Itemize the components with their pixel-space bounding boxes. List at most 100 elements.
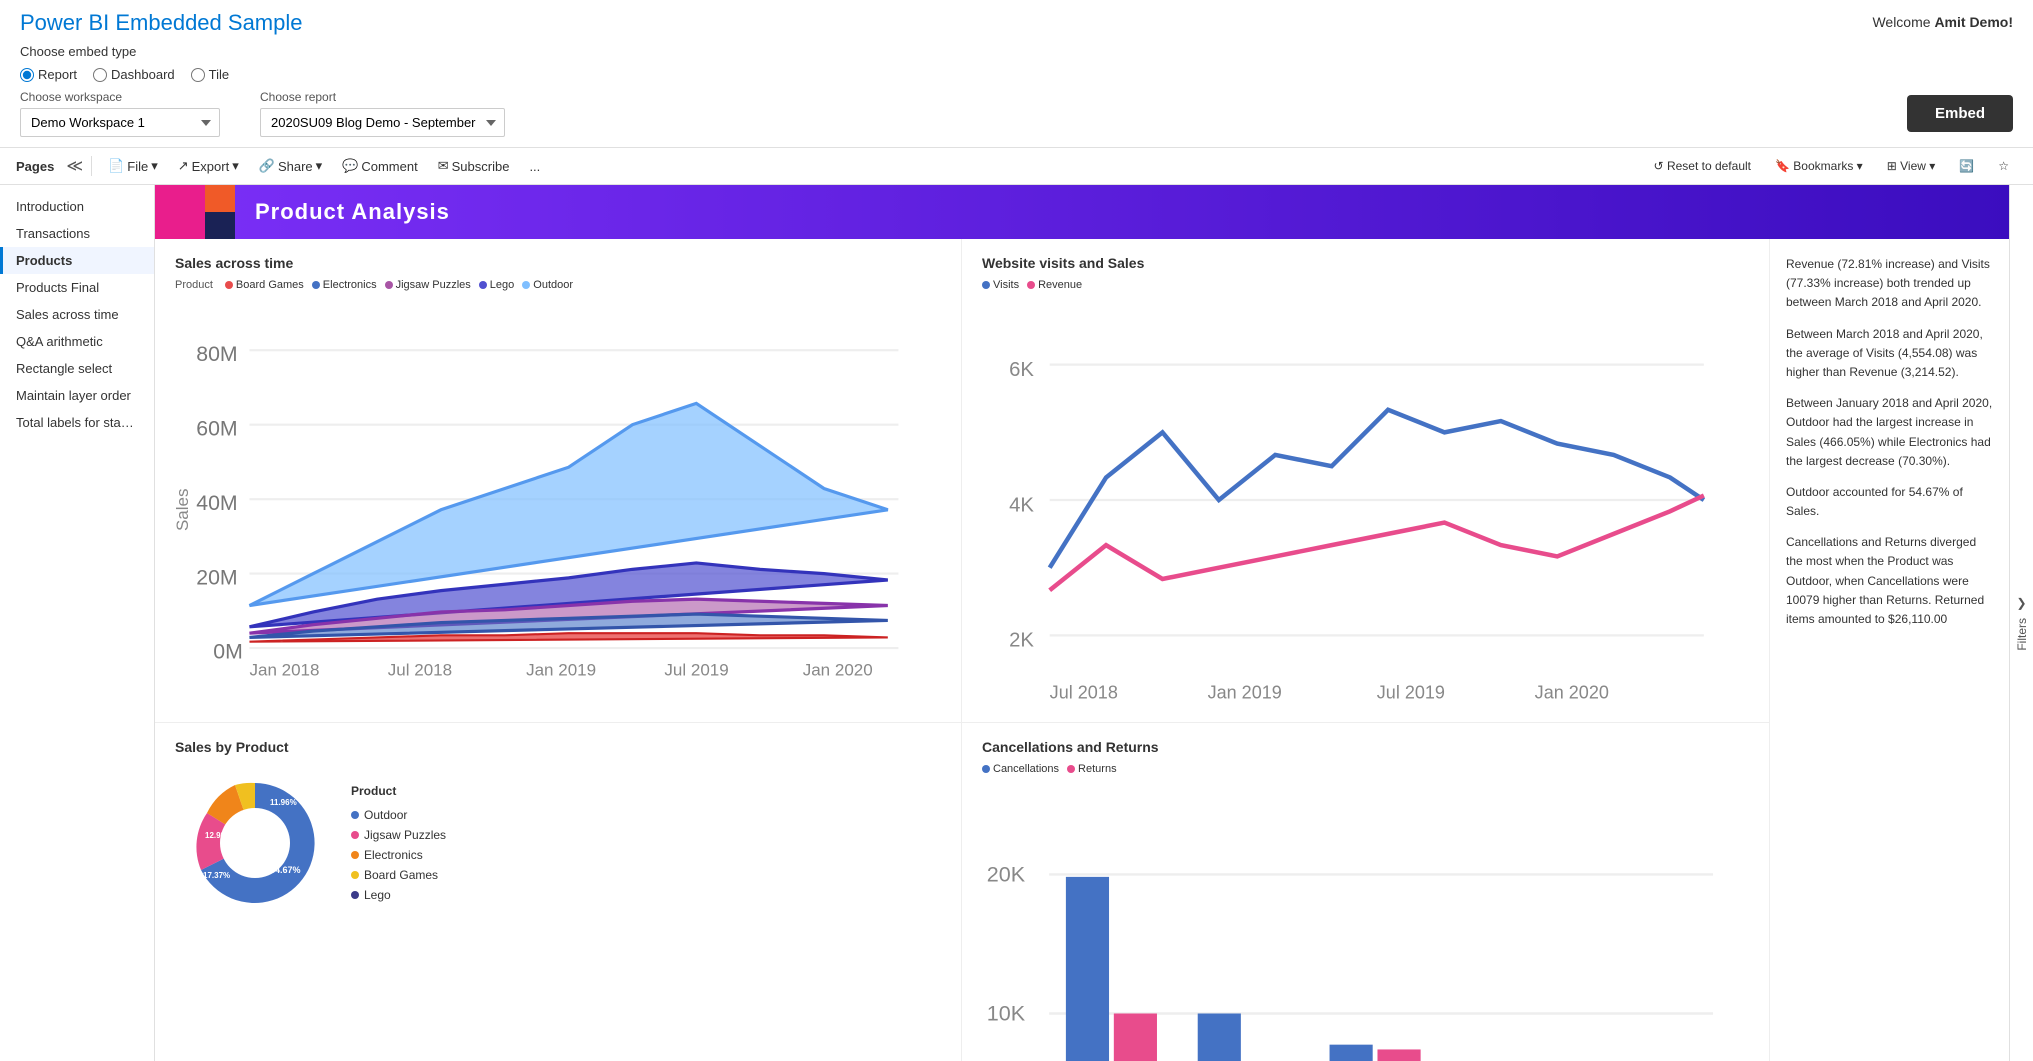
legend-jigsaw: Jigsaw Puzzles	[385, 279, 471, 291]
radio-report[interactable]: Report	[20, 67, 77, 82]
svg-text:Jul 2018: Jul 2018	[1050, 683, 1118, 703]
svg-text:Sales: Sales	[175, 488, 192, 531]
share-button[interactable]: 🔗 Share ▾	[251, 154, 330, 178]
legend-outdoor: Outdoor	[351, 808, 446, 822]
legend-boardgames: Board Games	[225, 279, 304, 291]
product-legend-label: Product	[175, 279, 213, 291]
svg-text:6K: 6K	[1009, 359, 1034, 381]
right-panel[interactable]: ❯ Filters	[2009, 185, 2033, 1061]
refresh-button[interactable]: 🔄	[1951, 155, 1982, 177]
sidebar-item-sales-time[interactable]: Sales across time	[0, 301, 154, 328]
svg-text:Jan 2018: Jan 2018	[249, 661, 319, 680]
app-title: Power BI Embedded Sample	[20, 10, 303, 36]
bookmark-icon: 🔖	[1775, 159, 1790, 173]
export-icon: ↗	[178, 158, 189, 174]
legend-visits: Visits	[982, 279, 1019, 291]
collapse-button[interactable]: ≪	[66, 156, 83, 176]
svg-text:11.96%: 11.96%	[270, 798, 297, 807]
sales-product-title: Sales by Product	[175, 739, 941, 755]
toolbar: Pages ≪ 📄 File ▾ ↗ Export ▾ 🔗 Share ▾ 💬 …	[0, 148, 2033, 185]
svg-text:Jan 2020: Jan 2020	[1535, 683, 1609, 703]
sidebar: Introduction Transactions Products Produ…	[0, 185, 155, 1061]
info-panel: Revenue (72.81% increase) and Visits (77…	[1769, 239, 2009, 1061]
legend-boardgames-d: Board Games	[351, 868, 446, 882]
sidebar-item-products[interactable]: Products	[0, 247, 154, 274]
file-icon: 📄	[108, 158, 124, 174]
svg-text:Jul 2019: Jul 2019	[664, 661, 728, 680]
svg-text:54.67%: 54.67%	[270, 865, 301, 875]
panel-chevron-button[interactable]: ❯	[2016, 596, 2026, 610]
svg-text:4K: 4K	[1009, 494, 1034, 516]
legend-lego-d: Lego	[351, 888, 446, 902]
bar-electronics-cancel	[1198, 1014, 1241, 1061]
view-chevron: ▾	[1929, 159, 1935, 173]
svg-text:Jul 2018: Jul 2018	[388, 661, 452, 680]
info-text-1: Revenue (72.81% increase) and Visits (77…	[1786, 255, 1993, 313]
donut-container: 11.96% 12.98% 17.37% 54.67% Product Outd…	[175, 763, 941, 923]
svg-text:60M: 60M	[196, 416, 237, 440]
sales-time-legend: Product Board Games Electronics Jigsaw P…	[175, 279, 941, 291]
legend-lego: Lego	[479, 279, 514, 291]
reset-button[interactable]: ↺ Reset to default	[1646, 155, 1759, 177]
share-icon: 🔗	[259, 158, 275, 174]
cancellations-title: Cancellations and Returns	[982, 739, 1749, 755]
info-text-2: Between March 2018 and April 2020, the a…	[1786, 325, 1993, 383]
comment-button[interactable]: 💬 Comment	[334, 154, 426, 178]
bookmarks-button[interactable]: 🔖 Bookmarks ▾	[1767, 155, 1871, 177]
top-bar: Power BI Embedded Sample Choose embed ty…	[0, 0, 2033, 148]
svg-text:Jul 2019: Jul 2019	[1377, 683, 1445, 703]
report-header: Product Analysis	[155, 185, 2009, 239]
comment-icon: 💬	[342, 158, 358, 174]
star-button[interactable]: ☆	[1990, 155, 2017, 177]
sidebar-item-transactions[interactable]: Transactions	[0, 220, 154, 247]
embed-type-label: Choose embed type	[20, 44, 136, 59]
svg-text:2K: 2K	[1009, 630, 1034, 652]
sales-time-section: Sales across time Product Board Games El…	[155, 239, 962, 723]
cancellations-section: Cancellations and Returns Cancellations …	[962, 723, 1769, 1061]
radio-group: Report Dashboard Tile	[20, 67, 303, 82]
legend-cancellations: Cancellations	[982, 763, 1059, 775]
view-button[interactable]: ⊞ View ▾	[1879, 155, 1944, 177]
website-visits-section: Website visits and Sales Visits Revenue …	[962, 239, 1769, 723]
sidebar-item-total[interactable]: Total labels for stacked ...	[0, 409, 154, 436]
sidebar-item-rect[interactable]: Rectangle select	[0, 355, 154, 382]
sidebar-item-layer[interactable]: Maintain layer order	[0, 382, 154, 409]
subscribe-icon: ✉	[438, 158, 449, 174]
sidebar-item-introduction[interactable]: Introduction	[0, 193, 154, 220]
workspace-select[interactable]: Demo Workspace 1	[20, 108, 220, 137]
subscribe-button[interactable]: ✉ Subscribe	[430, 154, 518, 178]
report-group: Choose report 2020SU09 Blog Demo - Septe…	[260, 90, 505, 137]
radio-dashboard[interactable]: Dashboard	[93, 67, 175, 82]
file-button[interactable]: 📄 File ▾	[100, 154, 166, 178]
sidebar-item-products-final[interactable]: Products Final	[0, 274, 154, 301]
donut-chart: 11.96% 12.98% 17.37% 54.67%	[175, 763, 335, 923]
report-inner: Sales across time Product Board Games El…	[155, 239, 2009, 1061]
legend-revenue: Revenue	[1027, 279, 1082, 291]
info-text-4: Outdoor accounted for 54.67% of Sales.	[1786, 483, 1993, 521]
main-layout: Introduction Transactions Products Produ…	[0, 185, 2033, 1061]
website-visits-legend: Visits Revenue	[982, 279, 1749, 291]
radio-tile[interactable]: Tile	[191, 67, 229, 82]
svg-text:12.98%: 12.98%	[205, 831, 232, 840]
more-button[interactable]: ...	[521, 155, 548, 178]
website-visits-title: Website visits and Sales	[982, 255, 1749, 271]
filters-label: Filters	[2015, 618, 2029, 651]
sidebar-item-qa[interactable]: Q&A arithmetic	[0, 328, 154, 355]
svg-text:10K: 10K	[987, 1001, 1026, 1026]
charts-grid: Sales across time Product Board Games El…	[155, 239, 1769, 1061]
report-main: Sales across time Product Board Games El…	[155, 239, 1769, 1061]
legend-jigsaw-d: Jigsaw Puzzles	[351, 828, 446, 842]
sales-time-title: Sales across time	[175, 255, 941, 271]
svg-text:20M: 20M	[196, 565, 237, 589]
embed-button[interactable]: Embed	[1907, 95, 2013, 132]
report-label: Choose report	[260, 90, 505, 104]
export-button[interactable]: ↗ Export ▾	[170, 154, 247, 178]
sales-product-section: Sales by Product	[155, 723, 962, 1061]
website-visits-chart: 2K 4K 6K Jul 2018 Jan 2019 Jul 2019 Jan …	[982, 297, 1749, 703]
bar-outdoor-returns	[1114, 1014, 1157, 1061]
bar-outdoor-cancel	[1066, 877, 1109, 1061]
legend-outdoor: Outdoor	[522, 279, 573, 291]
cancellations-chart: 0K 10K 20K	[982, 781, 1749, 1061]
share-chevron: ▾	[316, 158, 323, 174]
report-select[interactable]: 2020SU09 Blog Demo - September	[260, 108, 505, 137]
